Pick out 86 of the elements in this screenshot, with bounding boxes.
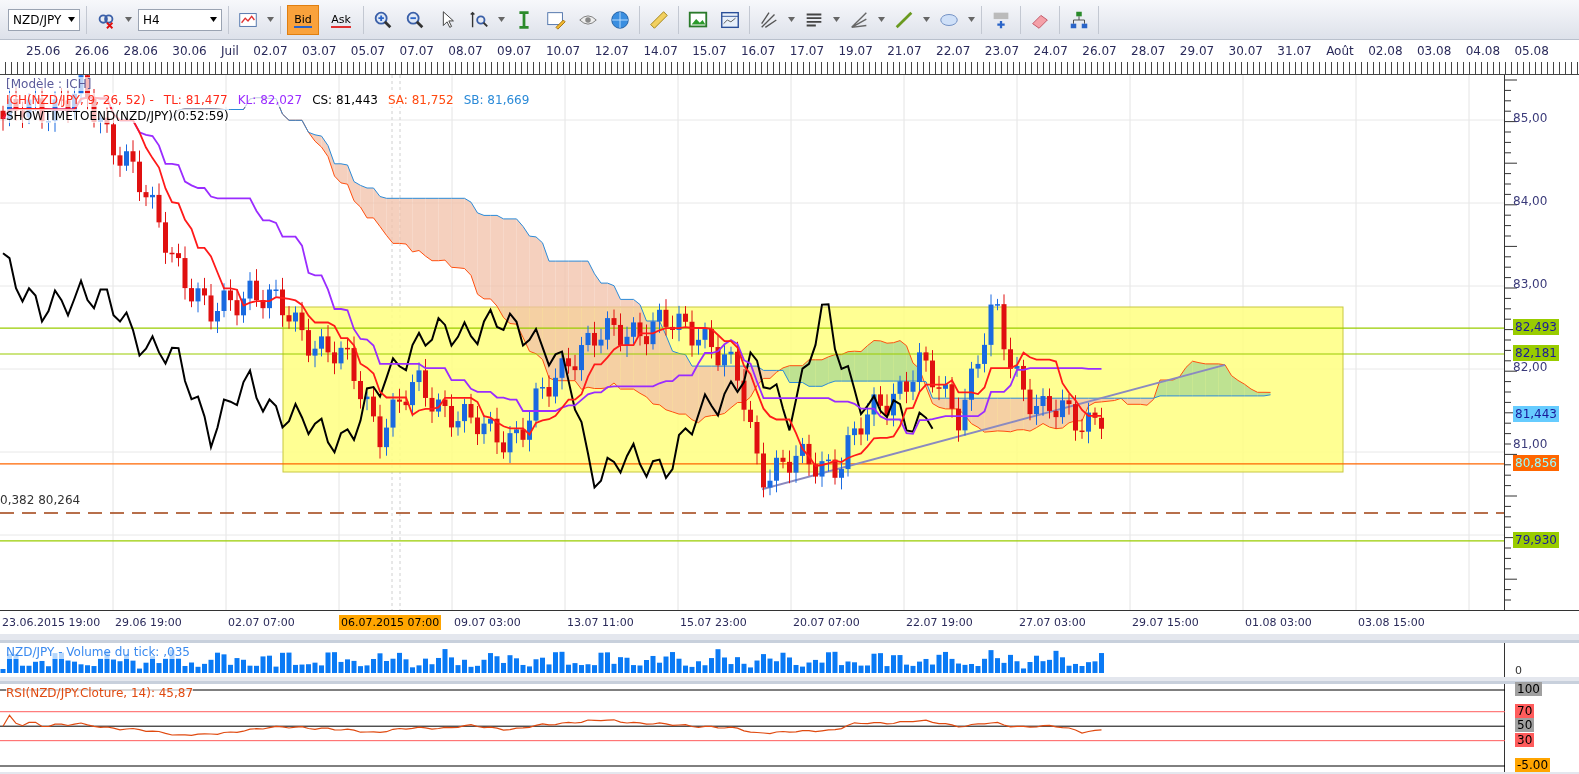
price-level-label: 82,493 (1513, 319, 1559, 336)
price-level-label: 82,181 (1513, 344, 1559, 361)
time-label: 27.07 03:00 (1018, 615, 1087, 630)
date-label: 04.08 (1465, 44, 1501, 58)
date-label: 31.07 (1277, 44, 1312, 58)
price-label: 85,00 (1513, 111, 1548, 125)
date-label: 02.07 (253, 44, 288, 58)
date-label: 30.06 (172, 44, 207, 58)
date-label: 26.07 (1082, 44, 1117, 58)
time-label: 02.07 07:00 (227, 615, 296, 630)
time-label: 09.07 03:00 (453, 615, 522, 630)
time-label: 22.07 19:00 (905, 615, 974, 630)
price-label: 84,00 (1513, 194, 1548, 208)
caret-icon[interactable] (878, 17, 885, 22)
date-label: Août (1326, 44, 1354, 58)
symbol-dropdown[interactable]: NZD/JPY (8, 8, 80, 31)
rsi-axis-label: 70 (1515, 703, 1535, 718)
price-level-label: 80,856 (1513, 454, 1559, 471)
indicator-value: TL: 81,477 (163, 93, 228, 107)
caret-icon (68, 17, 75, 22)
timeframe-dropdown[interactable]: H4 (138, 8, 222, 31)
time-label: 06.07.2015 07:00 (339, 615, 442, 630)
price-label: 83,00 (1513, 277, 1548, 291)
date-label: 09.07 (497, 44, 532, 58)
date-label: 21.07 (887, 44, 922, 58)
caret-icon[interactable] (125, 17, 132, 22)
date-label: 03.07 (302, 44, 337, 58)
time-label: 15.07 23:00 (679, 615, 748, 630)
rsi-axis-label: 50 (1515, 718, 1535, 733)
date-label: 28.07 (1131, 44, 1166, 58)
indicator-value: KL: 82,027 (237, 93, 303, 107)
price-button[interactable]: Ask (325, 4, 357, 35)
price-label: 82,00 (1513, 360, 1548, 374)
timer-label: SHOWTIMETOEND(NZD/JPY)(0:52:59) (6, 109, 229, 123)
date-label: 30.07 (1228, 44, 1263, 58)
date-label: 17.07 (789, 44, 825, 58)
caret-icon[interactable] (968, 17, 975, 22)
time-label: 29.06 19:00 (114, 615, 183, 630)
time-label: 23.06.2015 19:00 (1, 615, 102, 630)
date-label: 25.06 (26, 44, 61, 58)
date-label: 28.06 (123, 44, 158, 58)
date-label: 16.07 (740, 44, 776, 58)
date-label: 02.08 (1368, 44, 1403, 58)
date-label: 08.07 (448, 44, 483, 58)
caret-icon[interactable] (498, 17, 505, 22)
date-label: 15.07 (692, 44, 727, 58)
caret-icon (210, 17, 217, 22)
time-label: 01.08 03:00 (1244, 615, 1313, 630)
price-level-label: 79,930 (1513, 531, 1559, 548)
date-label: 29.07 (1179, 44, 1215, 58)
date-label: 26.06 (74, 44, 110, 58)
date-label: 03.08 (1416, 44, 1452, 58)
rsi-axis-label: 30 (1515, 732, 1535, 747)
date-label: 05.07 (350, 44, 386, 58)
caret-icon[interactable] (833, 17, 840, 22)
fibonacci-label: 0,382 80,264 (0, 493, 81, 507)
rsi-title: RSI(NZD/JPY.Cloture, 14): 45,87 (6, 686, 194, 700)
date-label: 24.07 (1033, 44, 1068, 58)
indicator-value: SA: 81,752 (387, 93, 454, 107)
price-label: 81,00 (1513, 437, 1548, 451)
volume-title: NZD/JPY - Volume du tick: ,035 (6, 645, 190, 659)
time-label: 20.07 07:00 (792, 615, 861, 630)
date-label: 23.07 (984, 44, 1020, 58)
date-label: 19.07 (838, 44, 873, 58)
date-label: 14.07 (643, 44, 678, 58)
rsi-axis-label: 100 (1515, 682, 1542, 696)
volume-axis-label: 0 (1514, 664, 1523, 677)
template-label: [Modèle : ICH] (6, 77, 92, 91)
price-level-label: 81,443 (1513, 406, 1559, 423)
date-label: 05.08 (1514, 44, 1549, 58)
rsi-axis-label: -5.00 (1515, 758, 1551, 772)
time-label: 03.08 15:00 (1357, 615, 1426, 630)
indicator-value: CS: 81,443 (312, 93, 378, 107)
date-label: 12.07 (594, 44, 629, 58)
date-label: Juil (221, 44, 239, 58)
caret-icon[interactable] (788, 17, 795, 22)
price-button[interactable]: Bid (287, 4, 319, 35)
time-label: 13.07 11:00 (566, 615, 635, 630)
date-label: 10.07 (545, 44, 581, 58)
time-label: 29.07 15:00 (1131, 615, 1200, 630)
indicator-value: ICH(NZD/JPY, 9, 26, 52) - (6, 93, 154, 107)
date-label: 22.07 (936, 44, 971, 58)
indicator-value: SB: 81,669 (463, 93, 530, 107)
caret-icon[interactable] (267, 17, 274, 22)
caret-icon[interactable] (923, 17, 930, 22)
date-label: 07.07 (399, 44, 434, 58)
